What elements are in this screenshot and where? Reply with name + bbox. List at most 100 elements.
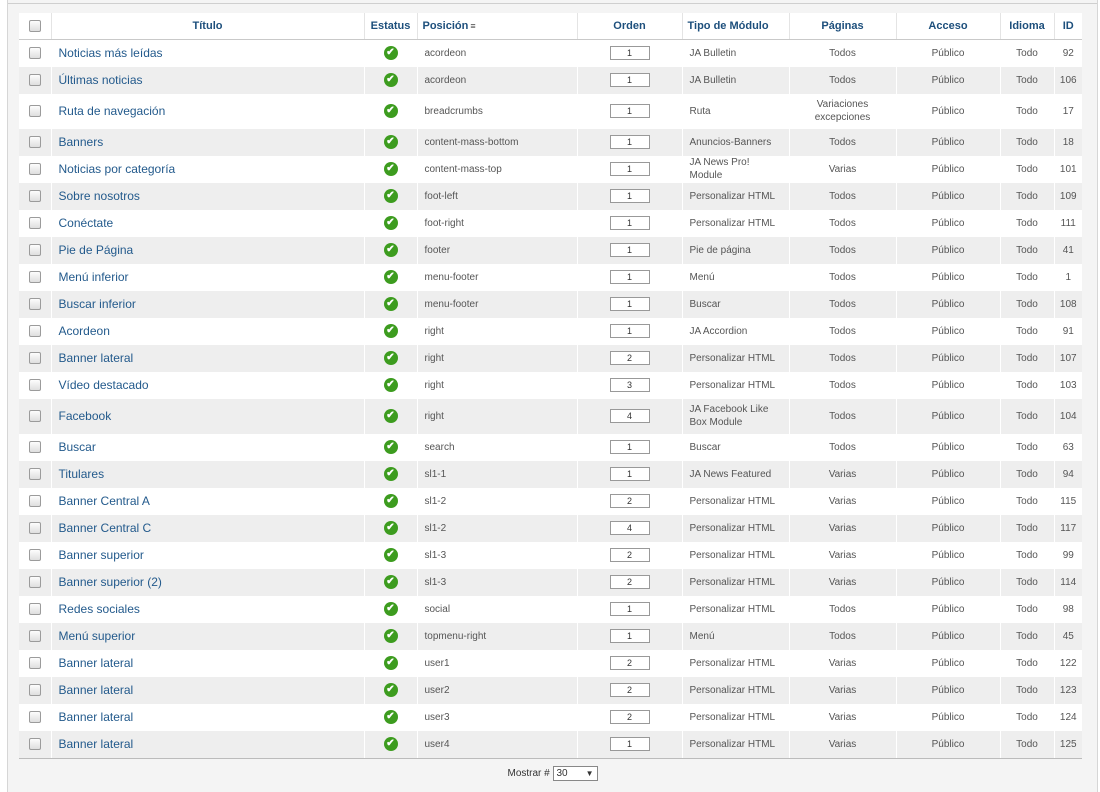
table-row[interactable]: Banner lateral ✔ user4 1 Personalizar HTML Va… — [19, 730, 1082, 758]
module-title-link[interactable]: Banner superior (2) — [50, 568, 364, 596]
order-input[interactable]: 2 — [609, 656, 650, 670]
module-title-link[interactable]: Últimas noticias — [50, 66, 364, 94]
published-check-icon[interactable]: ✔ — [383, 575, 398, 589]
published-check-icon[interactable]: ✔ — [383, 602, 398, 616]
row-checkbox[interactable] — [28, 217, 41, 229]
module-title-link[interactable]: Vídeo destacado — [50, 371, 364, 399]
table-row[interactable]: Banner superior (2) ✔ sl1-3 2 Personalizar H… — [19, 568, 1082, 596]
order-input[interactable]: 2 — [609, 548, 650, 562]
module-title-link[interactable]: Banner lateral — [50, 649, 364, 677]
published-check-icon[interactable]: ✔ — [383, 135, 398, 149]
published-check-icon[interactable]: ✔ — [383, 629, 398, 643]
table-row[interactable]: Menú superior ✔ topmenu-right 1 Menú Todos Púb… — [19, 622, 1082, 650]
table-row[interactable]: Acordeon ✔ right 1 JA Accordion Todos Público T… — [19, 317, 1082, 345]
published-check-icon[interactable]: ✔ — [383, 162, 398, 176]
sort-ascending-icon[interactable]: ≡ — [470, 21, 475, 31]
published-check-icon[interactable]: ✔ — [383, 73, 398, 87]
table-row[interactable]: Últimas noticias ✔ acordeon 1 JA Bulletin Tod… — [19, 66, 1082, 94]
order-input[interactable]: 1 — [609, 270, 650, 284]
published-check-icon[interactable]: ✔ — [383, 656, 398, 670]
table-row[interactable]: Banner Central A ✔ sl1-2 2 Personalizar HTML… — [19, 487, 1082, 515]
published-check-icon[interactable]: ✔ — [383, 548, 398, 562]
module-title-link[interactable]: Banners — [50, 128, 364, 156]
published-check-icon[interactable]: ✔ — [383, 324, 398, 338]
published-check-icon[interactable]: ✔ — [383, 270, 398, 284]
published-check-icon[interactable]: ✔ — [383, 710, 398, 724]
order-input[interactable]: 1 — [609, 216, 650, 230]
published-check-icon[interactable]: ✔ — [383, 440, 398, 454]
column-position[interactable]: Posición — [423, 20, 469, 32]
table-row[interactable]: Banner superior ✔ sl1-3 2 Personalizar HTML V… — [19, 541, 1082, 569]
table-row[interactable]: Banner lateral ✔ user1 2 Personalizar HTML Va… — [19, 649, 1082, 677]
order-input[interactable]: 2 — [609, 575, 650, 589]
table-row[interactable]: Vídeo destacado ✔ right 3 Personalizar HTML T… — [19, 371, 1082, 399]
published-check-icon[interactable]: ✔ — [383, 243, 398, 257]
module-title-link[interactable]: Buscar inferior — [50, 290, 364, 318]
row-checkbox[interactable] — [28, 163, 41, 175]
module-title-link[interactable]: Noticias por categoría — [50, 155, 364, 183]
table-row[interactable]: Titulares ✔ sl1-1 1 JA News Featured Varias Pú… — [19, 460, 1082, 488]
order-input[interactable]: 1 — [609, 737, 650, 751]
published-check-icon[interactable]: ✔ — [383, 683, 398, 697]
table-row[interactable]: Banner lateral ✔ user2 2 Personalizar HTML Va… — [19, 676, 1082, 704]
published-check-icon[interactable]: ✔ — [383, 409, 398, 423]
module-title-link[interactable]: Pie de Página — [50, 236, 364, 264]
published-check-icon[interactable]: ✔ — [383, 467, 398, 481]
row-checkbox[interactable] — [28, 298, 41, 310]
row-checkbox[interactable] — [28, 576, 41, 588]
row-checkbox[interactable] — [28, 684, 41, 696]
row-checkbox[interactable] — [28, 410, 41, 422]
row-checkbox[interactable] — [28, 468, 41, 480]
order-input[interactable]: 1 — [609, 467, 650, 481]
order-input[interactable]: 2 — [609, 683, 650, 697]
table-row[interactable]: Sobre nosotros ✔ foot-left 1 Personalizar HT… — [19, 182, 1082, 210]
table-row[interactable]: Redes sociales ✔ social 1 Personalizar HTML T… — [19, 595, 1082, 623]
order-input[interactable]: 3 — [609, 378, 650, 392]
module-title-link[interactable]: Redes sociales — [50, 595, 364, 623]
module-title-link[interactable]: Conéctate — [50, 209, 364, 237]
order-input[interactable]: 1 — [609, 297, 650, 311]
published-check-icon[interactable]: ✔ — [383, 737, 398, 751]
order-input[interactable]: 1 — [609, 162, 650, 176]
row-checkbox[interactable] — [28, 244, 41, 256]
row-checkbox[interactable] — [28, 549, 41, 561]
table-row[interactable]: Noticias más leídas ✔ acordeon 1 JA Bulletin… — [19, 39, 1082, 67]
row-checkbox[interactable] — [28, 711, 41, 723]
order-input[interactable]: 2 — [609, 710, 650, 724]
published-check-icon[interactable]: ✔ — [383, 378, 398, 392]
order-input[interactable]: 1 — [609, 602, 650, 616]
order-input[interactable]: 4 — [609, 409, 650, 423]
table-row[interactable]: Banner lateral ✔ user3 2 Personalizar HTML Va… — [19, 703, 1082, 731]
module-title-link[interactable]: Buscar — [50, 433, 364, 461]
column-language[interactable]: Idioma — [999, 13, 1054, 40]
row-checkbox[interactable] — [28, 325, 41, 337]
module-title-link[interactable]: Banner superior — [50, 541, 364, 569]
row-checkbox[interactable] — [28, 136, 41, 148]
module-title-link[interactable]: Facebook — [50, 398, 364, 434]
table-row[interactable]: Noticias por categoría ✔ content-mass-top 1… — [19, 155, 1082, 183]
row-checkbox[interactable] — [28, 603, 41, 615]
published-check-icon[interactable]: ✔ — [383, 297, 398, 311]
row-checkbox[interactable] — [28, 738, 41, 750]
table-row[interactable]: Pie de Página ✔ footer 1 Pie de página Todos P… — [19, 236, 1082, 264]
column-id[interactable]: ID — [1053, 13, 1082, 40]
module-title-link[interactable]: Banner lateral — [50, 730, 364, 758]
column-access[interactable]: Acceso — [895, 13, 1000, 40]
row-checkbox[interactable] — [28, 47, 41, 60]
table-row[interactable]: Facebook ✔ right 4 JA Facebook Like Box Modu… — [19, 398, 1082, 434]
module-title-link[interactable]: Menú inferior — [50, 263, 364, 291]
order-input[interactable]: 1 — [609, 189, 650, 203]
module-title-link[interactable]: Menú superior — [50, 622, 364, 650]
order-input[interactable]: 1 — [609, 46, 650, 61]
table-row[interactable]: Banners ✔ content-mass-bottom 1 Anuncios-Ban… — [19, 128, 1082, 156]
order-input[interactable]: 4 — [609, 521, 650, 535]
row-checkbox[interactable] — [28, 74, 41, 86]
published-check-icon[interactable]: ✔ — [383, 46, 398, 61]
published-check-icon[interactable]: ✔ — [383, 521, 398, 535]
module-title-link[interactable]: Banner lateral — [50, 703, 364, 731]
order-input[interactable]: 1 — [609, 73, 650, 87]
published-check-icon[interactable]: ✔ — [383, 104, 398, 118]
row-checkbox[interactable] — [28, 190, 41, 202]
row-checkbox[interactable] — [28, 105, 41, 117]
table-row[interactable]: Banner Central C ✔ sl1-2 4 Personalizar HTML… — [19, 514, 1082, 542]
